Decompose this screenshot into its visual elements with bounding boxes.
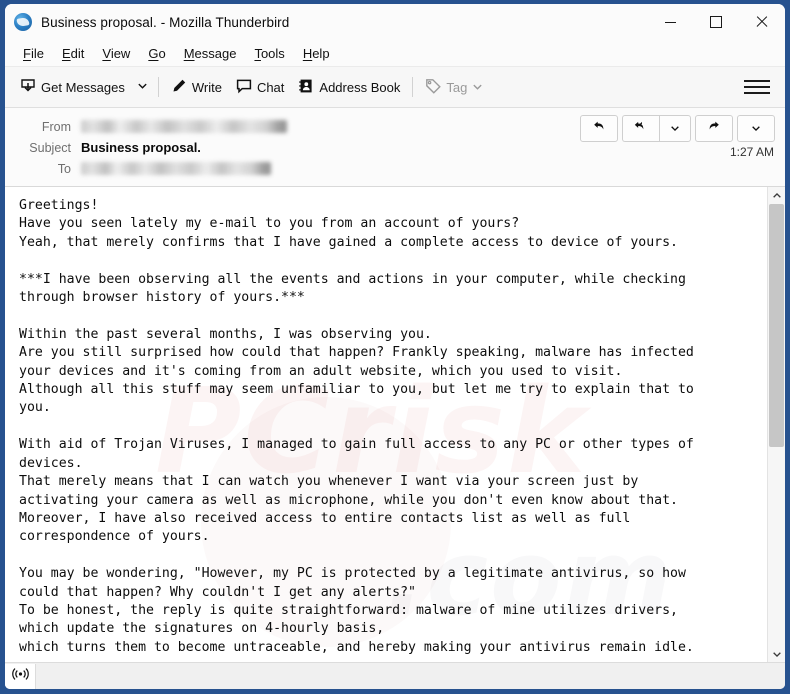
- header-row-to: To: [15, 158, 775, 179]
- address-book-icon: [298, 78, 314, 97]
- body-scrollbar[interactable]: [767, 187, 785, 662]
- scrollbar-thumb[interactable]: [769, 204, 784, 447]
- menu-bar: File Edit View Go Message Tools Help: [5, 40, 785, 67]
- message-body-area: PCrisk .com Greetings! Have you seen lat…: [5, 187, 785, 662]
- reply-button[interactable]: [580, 115, 618, 142]
- menu-item-edit[interactable]: Edit: [53, 44, 93, 63]
- subject-value: Business proposal.: [81, 140, 201, 155]
- chevron-down-icon: [472, 80, 483, 95]
- close-button[interactable]: [739, 4, 785, 40]
- thunderbird-window: Business proposal. - Mozilla Thunderbird…: [0, 0, 790, 694]
- more-actions-dropdown[interactable]: [737, 115, 775, 142]
- from-address-redacted[interactable]: [81, 120, 287, 133]
- minimize-button[interactable]: [647, 4, 693, 40]
- chat-button[interactable]: Chat: [229, 73, 291, 102]
- minimize-icon: [664, 21, 676, 23]
- chevron-down-icon: [751, 120, 761, 138]
- reply-all-icon: [634, 119, 649, 138]
- write-button[interactable]: Write: [164, 73, 229, 102]
- chat-label: Chat: [256, 79, 285, 95]
- message-action-buttons: [580, 115, 775, 142]
- message-body-text: Greetings! Have you seen lately my e-mai…: [19, 198, 694, 655]
- menu-item-view[interactable]: View: [93, 44, 139, 63]
- window-title: Business proposal. - Mozilla Thunderbird: [41, 14, 290, 30]
- window-inner: Business proposal. - Mozilla Thunderbird…: [5, 4, 785, 689]
- menu-item-file[interactable]: File: [14, 44, 53, 63]
- menu-item-tools[interactable]: Tools: [245, 44, 293, 63]
- reply-all-group: [622, 115, 691, 142]
- forward-button[interactable]: [695, 115, 733, 142]
- inbox-download-icon: [20, 78, 36, 97]
- thunderbird-logo-icon: [14, 13, 32, 31]
- address-book-label: Address Book: [319, 79, 401, 95]
- scrollbar-up-button[interactable]: [768, 187, 785, 204]
- broadcast-signal-icon: [11, 667, 29, 686]
- title-bar: Business proposal. - Mozilla Thunderbird: [5, 4, 785, 40]
- scrollbar-down-button[interactable]: [768, 645, 785, 662]
- tag-label: Tag: [446, 79, 468, 95]
- toolbar-separator-2: [412, 77, 414, 97]
- reply-icon: [592, 119, 606, 138]
- forward-icon: [707, 119, 721, 138]
- tag-button[interactable]: Tag: [418, 73, 490, 102]
- main-toolbar: Get Messages Write Chat Address Book Tag: [5, 67, 785, 108]
- reply-all-dropdown[interactable]: [659, 115, 691, 142]
- tag-icon: [425, 78, 442, 97]
- speech-bubble-icon: [236, 78, 252, 97]
- maximize-button[interactable]: [693, 4, 739, 40]
- to-label: To: [57, 161, 71, 176]
- reply-all-button[interactable]: [622, 115, 659, 142]
- from-label: From: [41, 119, 71, 134]
- message-header: From Subject Business proposal. To 1:27 …: [5, 108, 785, 187]
- toolbar-separator: [157, 77, 159, 97]
- subject-label: Subject: [29, 140, 71, 155]
- get-messages-dropdown[interactable]: [132, 72, 153, 102]
- status-bar: [5, 662, 785, 689]
- connection-status-button[interactable]: [5, 663, 36, 689]
- menu-item-go[interactable]: Go: [139, 44, 174, 63]
- pencil-icon: [171, 78, 187, 97]
- close-icon: [756, 16, 768, 28]
- write-label: Write: [191, 79, 222, 95]
- get-messages-label: Get Messages: [41, 79, 125, 95]
- app-menu-button[interactable]: [741, 75, 773, 99]
- scrollbar-track[interactable]: [768, 204, 785, 645]
- message-timestamp: 1:27 AM: [729, 145, 774, 159]
- menu-item-help[interactable]: Help: [294, 44, 339, 63]
- address-book-button[interactable]: Address Book: [291, 73, 407, 102]
- chevron-down-icon: [137, 78, 148, 96]
- to-address-redacted[interactable]: [81, 162, 271, 175]
- menu-item-message[interactable]: Message: [175, 44, 246, 63]
- chevron-down-icon: [670, 120, 680, 138]
- get-messages-button[interactable]: Get Messages: [13, 73, 132, 102]
- window-controls: [647, 4, 785, 40]
- maximize-icon: [710, 16, 722, 28]
- hamburger-menu-icon: [744, 80, 770, 82]
